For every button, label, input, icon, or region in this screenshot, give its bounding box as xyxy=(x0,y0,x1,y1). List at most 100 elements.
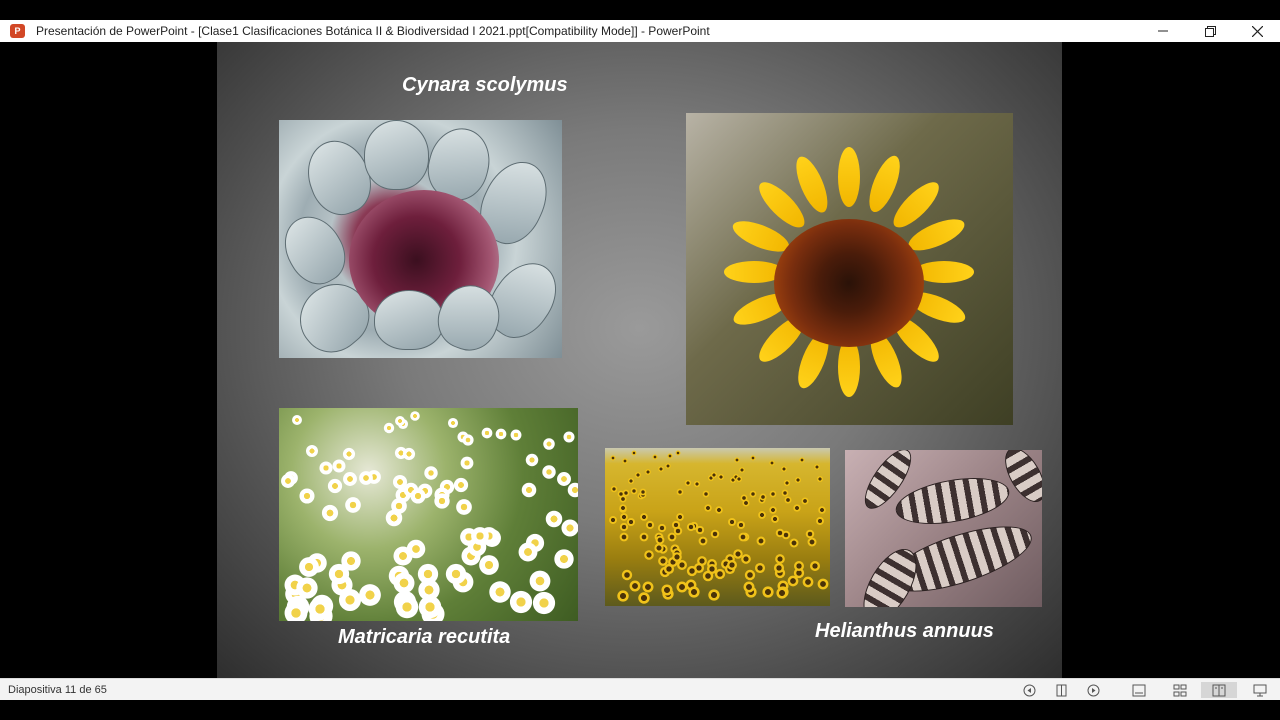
daisy-flower xyxy=(509,591,532,614)
daisy-flower xyxy=(291,414,302,425)
daisy-flower xyxy=(481,427,493,438)
sunflower-head xyxy=(695,525,704,534)
daisy-flower xyxy=(280,473,295,488)
sunflower-head xyxy=(818,506,826,514)
daisy-flower xyxy=(332,459,346,473)
sunflower-head xyxy=(783,480,790,487)
sunflower-head xyxy=(802,577,813,588)
sunflower-head xyxy=(702,490,709,498)
sunflower-head xyxy=(755,562,766,573)
sunflower-head xyxy=(742,498,750,507)
sunflower-head xyxy=(784,496,792,504)
daisy-flower xyxy=(338,588,361,612)
artichoke-petal xyxy=(279,205,356,295)
sunflower-head xyxy=(807,537,817,547)
sunflower-head xyxy=(642,581,654,593)
sunflower-head xyxy=(667,533,676,542)
close-icon xyxy=(1251,25,1263,37)
daisy-flower xyxy=(530,570,551,591)
daisy-flower xyxy=(345,497,362,513)
sunflower-head xyxy=(750,490,757,498)
restore-button[interactable] xyxy=(1187,20,1233,42)
reading-view-icon xyxy=(1212,684,1226,696)
sunflower-head xyxy=(710,529,719,538)
seed xyxy=(892,470,1013,532)
sunflower-head xyxy=(769,490,777,498)
title-bar: P Presentación de PowerPoint - [Clase1 C… xyxy=(0,20,1280,42)
daisy-flower xyxy=(456,499,472,515)
sunflower-head xyxy=(622,570,633,581)
top-letterbox xyxy=(0,0,1280,20)
daisy-flower xyxy=(563,431,575,443)
sunflower-head xyxy=(738,467,745,474)
daisy-flower xyxy=(308,597,332,621)
sunflower-head xyxy=(616,590,629,602)
slide-area: Cynara scolymus Matricaria recutita Heli… xyxy=(0,42,1280,678)
daisy-flower xyxy=(447,418,458,429)
notes-view-icon xyxy=(1132,684,1146,696)
sunflower-head xyxy=(810,560,821,571)
daisy-flower xyxy=(545,510,562,527)
sunflower-head xyxy=(672,551,683,562)
sunflower-head xyxy=(771,514,779,523)
daisy-flower xyxy=(510,429,522,441)
daisy-flower xyxy=(462,434,474,446)
artichoke-photo xyxy=(279,120,562,358)
sunflower-head xyxy=(629,580,641,592)
sunflower-head xyxy=(620,512,628,521)
daisy-flower xyxy=(479,554,500,575)
daisy-flower xyxy=(518,542,538,562)
slide-sorter-button[interactable] xyxy=(1172,682,1188,698)
daisy-flower xyxy=(453,478,469,493)
daisy-flower xyxy=(396,595,419,619)
sunflower-head xyxy=(698,536,708,545)
daisy-flower xyxy=(298,556,319,577)
minimize-icon xyxy=(1158,30,1168,32)
slideshow-button[interactable] xyxy=(1252,682,1268,698)
next-button[interactable] xyxy=(1085,682,1101,698)
sunflower-head xyxy=(736,476,743,483)
daisy-flower xyxy=(470,526,489,545)
sunflower-head xyxy=(816,476,823,483)
sunflower-field-photo xyxy=(605,448,830,606)
sunflower-head xyxy=(726,560,737,571)
sunflower-head xyxy=(805,529,815,538)
previous-button[interactable] xyxy=(1021,682,1037,698)
next-icon xyxy=(1087,684,1099,696)
sunflower-head xyxy=(704,503,713,512)
powerpoint-icon: P xyxy=(10,24,25,38)
sunflower-seeds-photo xyxy=(845,450,1042,607)
normal-view-button[interactable] xyxy=(1131,682,1147,698)
sunflower-photo xyxy=(686,113,1013,425)
minimize-button[interactable] xyxy=(1140,20,1186,42)
sunflower-head xyxy=(762,586,774,598)
sunflower-head xyxy=(626,517,635,526)
sunflower-head xyxy=(630,488,637,495)
sunflower-head xyxy=(657,523,666,533)
sunflower-head xyxy=(667,453,673,459)
daisy-flower xyxy=(418,595,442,619)
sunflower-head xyxy=(707,563,718,574)
sunflower-head xyxy=(621,458,628,464)
sunflower-head xyxy=(741,554,752,564)
sunflower-head xyxy=(769,506,777,514)
sunflower-head xyxy=(759,493,767,501)
daisy-flower xyxy=(394,416,405,427)
sunflower-head xyxy=(715,506,723,515)
pause-button[interactable] xyxy=(1053,682,1069,698)
daisy-flower xyxy=(407,539,426,558)
slide[interactable]: Cynara scolymus Matricaria recutita Heli… xyxy=(217,42,1062,678)
sunflower-head xyxy=(609,516,618,524)
reading-view-button[interactable] xyxy=(1201,682,1237,698)
sunflower-head xyxy=(639,533,649,542)
sunflower-head xyxy=(638,592,650,604)
sunflower-head xyxy=(816,516,825,525)
sunflower-head xyxy=(734,457,740,463)
artichoke-petal xyxy=(364,120,429,190)
sunflower-head xyxy=(756,536,766,546)
slide-sorter-icon xyxy=(1173,684,1187,696)
sunflower-head xyxy=(711,471,718,478)
daisy-flower xyxy=(525,453,538,466)
sunflower-head xyxy=(664,463,671,470)
close-button[interactable] xyxy=(1234,20,1280,42)
